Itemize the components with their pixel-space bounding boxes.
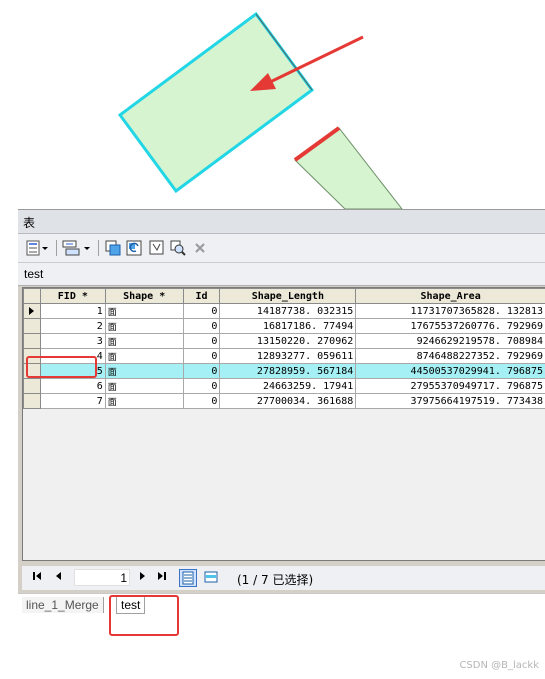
next-record-icon [140,572,145,580]
row-selector[interactable] [23,333,41,349]
select-by-attributes-button[interactable] [104,238,122,258]
clear-selection-button[interactable] [148,238,166,258]
cell-shape-length[interactable]: 14187738. 032315 [219,303,357,319]
cell-fid[interactable]: 2 [39,318,106,334]
watermark: CSDN @B_lackk [459,660,539,671]
window-title: 表 [23,216,36,230]
table-row[interactable]: 2 面 0 16817186. 77494 17675537260776. 79… [23,318,545,334]
row-selector[interactable] [23,393,41,409]
cell-shape-length[interactable]: 27828959. 567184 [219,363,357,379]
table-row[interactable]: 3 面 0 13150220. 270962 9246629219578. 70… [23,333,545,349]
column-header-id[interactable]: Id [182,288,221,304]
record-number-input[interactable]: 1 [74,569,130,586]
switch-selection-icon [126,240,142,256]
previous-record-icon [56,572,61,580]
cell-shape[interactable]: 面 [104,393,184,409]
last-record-icon [158,572,166,580]
cell-fid[interactable]: 7 [39,393,106,409]
annotation-box-selected-row [26,356,97,378]
attribute-table-window: 表 test FID * Shape * Id Shape_Length Sha… [18,209,545,618]
cell-shape-area[interactable]: 9246629219578. 708984 [355,333,545,349]
cell-shape[interactable]: 面 [104,303,184,319]
adjacent-polygon[interactable] [294,127,404,210]
cell-shape-area[interactable]: 44500537029941. 796875 [355,363,545,379]
cell-shape-length[interactable]: 24663259. 17941 [219,378,357,394]
column-header-shape-area[interactable]: Shape_Area [355,288,545,304]
selection-status: (1 / 7 已选择) [237,573,314,587]
tab-line-1-merge[interactable]: line_1_Merge [22,597,104,613]
cell-id[interactable]: 0 [182,378,221,394]
row-selector[interactable] [23,303,41,319]
table-toolbar [18,234,545,263]
next-record-button[interactable] [139,571,147,584]
cell-id[interactable]: 0 [182,393,221,409]
cell-shape[interactable]: 面 [104,378,184,394]
annotation-box-test-tab [109,595,179,636]
cell-shape-length[interactable]: 16817186. 77494 [219,318,357,334]
switch-selection-button[interactable] [125,238,143,258]
record-navigation-bar: 1 (1 / 7 已选择) [22,566,545,590]
row-selector[interactable] [23,318,41,334]
column-header-shape-length[interactable]: Shape_Length [219,288,357,304]
cell-shape-length[interactable]: 12893277. 059611 [219,348,357,364]
delete-selected-icon [195,243,205,253]
cell-id[interactable]: 0 [182,318,221,334]
current-row-arrow-icon [29,307,34,315]
cell-shape-area[interactable]: 27955370949717. 796875 [355,378,545,394]
table-row[interactable]: 6 面 0 24663259. 17941 27955370949717. 79… [23,378,545,394]
delete-selected-button[interactable] [192,238,208,258]
first-record-button[interactable] [32,571,42,584]
cell-shape-area[interactable]: 17675537260776. 792969 [355,318,545,334]
table-name-bar: test [18,263,545,286]
table-options-icon [26,240,48,256]
show-selected-records-icon [204,571,218,583]
table-row[interactable]: 7 面 0 27700034. 361688 37975664197519. 7… [23,393,545,409]
cell-fid[interactable]: 3 [39,333,106,349]
cell-id[interactable]: 0 [182,348,221,364]
related-tables-button[interactable] [62,238,92,258]
column-header-shape[interactable]: Shape * [104,288,184,304]
cell-shape[interactable]: 面 [104,318,184,334]
first-record-icon [33,572,41,580]
table-options-button[interactable] [26,238,50,258]
cell-id[interactable]: 0 [182,333,221,349]
row-selector-header[interactable] [23,288,41,304]
cell-shape-length[interactable]: 13150220. 270962 [219,333,357,349]
zoom-to-selected-button[interactable] [169,238,187,258]
cell-shape-area[interactable]: 8746488227352. 792969 [355,348,545,364]
cell-shape[interactable]: 面 [104,348,184,364]
selected-polygon[interactable] [117,11,315,194]
related-tables-icon [62,240,90,256]
cell-shape-length[interactable]: 27700034. 361688 [219,393,357,409]
window-title-bar: 表 [18,210,545,234]
cell-id[interactable]: 0 [182,303,221,319]
row-selector[interactable] [23,378,41,394]
cell-shape-area[interactable]: 11731707365828. 132813 [355,303,545,319]
column-header-fid[interactable]: FID * [39,288,106,304]
show-all-records-button[interactable] [179,569,197,587]
table-row[interactable]: 1 面 0 14187738. 032315 11731707365828. 1… [23,303,545,319]
cell-shape[interactable]: 面 [104,333,184,349]
previous-record-button[interactable] [54,571,62,584]
last-record-button[interactable] [157,571,167,584]
table-tabs: line_1_Merge test [18,593,545,618]
table-name: test [24,267,44,281]
cell-id[interactable]: 0 [182,363,221,379]
attribute-grid[interactable]: FID * Shape * Id Shape_Length Shape_Area… [22,287,545,561]
attribute-table: FID * Shape * Id Shape_Length Shape_Area… [23,288,545,409]
table-row-selected[interactable]: 5 面 0 27828959. 567184 44500537029941. 7… [23,363,545,379]
show-all-records-icon [182,571,194,585]
cell-shape-area[interactable]: 37975664197519. 773438 [355,393,545,409]
clear-selection-icon [149,240,164,255]
cell-fid[interactable]: 6 [39,378,106,394]
table-row[interactable]: 4 面 0 12893277. 059611 8746488227352. 79… [23,348,545,364]
cell-shape[interactable]: 面 [104,363,184,379]
show-selected-records-button[interactable] [203,569,221,587]
zoom-to-selected-icon [170,240,186,256]
cell-fid[interactable]: 1 [39,303,106,319]
map-canvas[interactable] [0,0,545,210]
select-by-attributes-icon [105,240,121,256]
